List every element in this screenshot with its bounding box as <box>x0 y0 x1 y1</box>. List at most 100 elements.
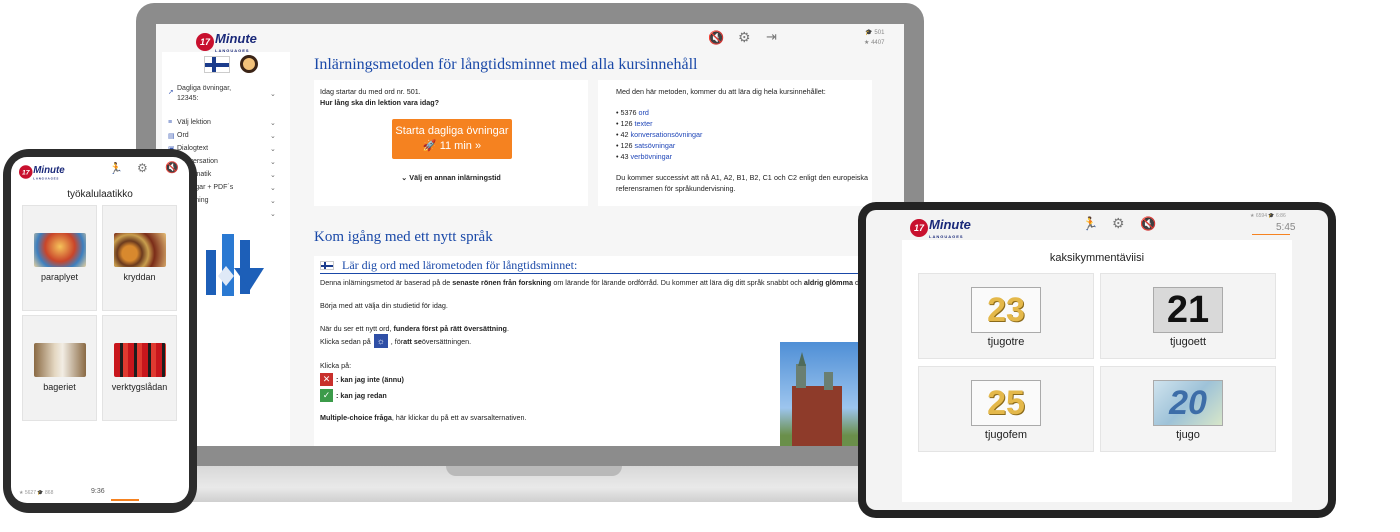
content-count: 5376 <box>620 108 637 117</box>
words-done: 501 <box>874 30 885 36</box>
finland-flag-icon[interactable] <box>204 56 230 73</box>
answer-tile-toolbox[interactable]: verktygslådan <box>102 315 177 421</box>
spice-photo <box>113 233 166 267</box>
content-item: • 42 konversationsövningar <box>616 130 703 139</box>
daily-label: Dagliga övningar, <box>177 85 232 92</box>
daily-count: 12345: <box>177 95 199 102</box>
rocket-icon: 🚀 <box>422 140 437 152</box>
toolbox-photo <box>113 343 166 377</box>
exit-icon[interactable]: 🏃 <box>1082 216 1098 232</box>
logo-word: Minute <box>929 217 971 232</box>
method-card: Med den här metoden, kommer du att lära … <box>598 80 872 206</box>
text-run: , för <box>390 336 404 346</box>
section-title: Kom igång med ett nytt språk <box>314 229 493 245</box>
tile-label: tjugo <box>1176 429 1200 441</box>
stats-box: 🎓 501 ★ 4407 <box>864 28 884 48</box>
start-arrow: » <box>474 140 482 152</box>
content-item: • 5376 ord <box>616 108 649 117</box>
text-run: , här klickar du på ett av svarsalternat… <box>391 413 527 422</box>
logo-mark: 17 <box>196 32 214 51</box>
no-sound-icon[interactable]: 🔇 <box>1140 216 1156 232</box>
logo-mark: 17 <box>910 218 928 237</box>
stars-count: 6594 <box>1255 213 1267 219</box>
content-link-words[interactable]: ord <box>639 108 649 117</box>
start-minutes: 11 min <box>439 140 472 152</box>
star-icon: ★ <box>19 490 24 496</box>
content-link-verbs[interactable]: verbövningar <box>631 152 673 161</box>
avatar[interactable] <box>240 55 258 73</box>
app-header: 17 Minute LANGUAGES 🔇 ⚙ ⇥ 🎓 501 ★ 4407 <box>156 24 904 53</box>
number-image: 20 <box>1153 380 1223 426</box>
content-count: 126 <box>620 119 633 128</box>
tile-label: paraplyet <box>40 272 79 282</box>
chevron-down-icon: ⌄ <box>270 132 276 140</box>
text-run: om lärande för lärande ordförråd. Du kom… <box>551 278 804 287</box>
text-run-bold: senaste rönen från forskning <box>452 278 552 287</box>
exit-icon[interactable]: 🏃 <box>109 162 123 175</box>
chevron-down-icon: ⌄ <box>270 91 276 98</box>
sidebar-item-label: Dialogtext <box>177 145 209 152</box>
content-link-sentences[interactable]: satsövningar <box>635 141 676 150</box>
gear-icon[interactable]: ⚙ <box>1112 215 1125 232</box>
app-logo[interactable]: 17 Minute LANGUAGES <box>196 30 257 53</box>
start-daily-button[interactable]: Starta dagliga övningar 🚀 11 min » <box>392 119 512 159</box>
app-logo[interactable]: 17 Minute LANGUAGES <box>19 163 65 180</box>
text-run-bold: Multiple-choice fråga <box>320 413 392 422</box>
tablet-screen: 17 Minute LANGUAGES 🏃 ⚙ 🔇 ★ 6594 🎓 6:86 5… <box>866 210 1328 510</box>
tablet-stats: ★ 6594 🎓 6:86 <box>1250 213 1286 219</box>
text-run: översättningen. <box>421 336 472 346</box>
logout-icon[interactable]: ⇥ <box>766 29 777 45</box>
gear-icon[interactable]: ⚙ <box>137 161 148 175</box>
chevron-down-icon: ⌄ <box>270 184 276 192</box>
timer: 5:45 <box>1276 222 1296 233</box>
no-sound-icon[interactable]: 🔇 <box>708 30 724 46</box>
text-run: När du ser ett nytt ord, <box>320 324 394 333</box>
sidebar-daily[interactable]: ➚ Dagliga övningar, 12345: ⌄ <box>162 84 282 106</box>
answer-tile-25[interactable]: 25 tjugofem <box>918 366 1094 452</box>
phone-title: työkalulaatikko <box>67 189 133 200</box>
choose-time-text: Börja med att välja din studietid för id… <box>320 301 448 310</box>
chevron-down-icon: ⌄ <box>270 145 276 153</box>
chevron-down-icon: ⌄ <box>270 171 276 179</box>
text-run-bold: glömma <box>825 278 853 287</box>
chevron-down-icon: ⌄ <box>270 158 276 166</box>
answer-tile-umbrella[interactable]: paraplyet <box>22 205 97 311</box>
stars-count: 5627 <box>24 490 36 496</box>
start-text: Idag startar du med ord nr. 501. <box>320 87 421 96</box>
finland-flag-icon <box>320 261 334 270</box>
logo-mark: 17 <box>19 164 33 179</box>
answer-tile-spice[interactable]: kryddan <box>102 205 177 311</box>
sidebar-item-select-lesson[interactable]: ≡ Välj lektion ⌄ <box>162 116 282 129</box>
gear-icon[interactable]: ⚙ <box>738 29 751 46</box>
cross-icon: ✕ <box>320 373 333 386</box>
text-run: Klicka sedan på <box>320 336 371 346</box>
content-link-texts[interactable]: texter <box>635 119 653 128</box>
bakery-photo <box>33 343 86 377</box>
other-time-link[interactable]: ⌄ Välj en annan inlärningstid <box>314 172 588 183</box>
tile-label: verktygslådan <box>111 382 168 392</box>
chevron-down-icon: ⌄ <box>270 119 276 127</box>
chevron-down-icon: ⌄ <box>270 197 276 205</box>
sidebar-item-words[interactable]: ▤ Ord ⌄ <box>162 129 282 142</box>
book-icon: ▤ <box>168 132 175 140</box>
text-run: Denna inlärningsmetod är baserad på de <box>320 278 453 287</box>
star-icon: ★ <box>864 40 870 46</box>
answer-tile-bakery[interactable]: bageriet <box>22 315 97 421</box>
content-link-conversations[interactable]: konversationsövningar <box>631 130 703 139</box>
answer-tile-20[interactable]: 20 tjugo <box>1100 366 1276 452</box>
subsection-title: Lär dig ord med lärometoden för långtids… <box>342 258 578 272</box>
logo-subtitle: LANGUAGES <box>929 234 964 239</box>
chevron-down-icon: ⌄ <box>401 173 408 182</box>
content-count: 43 <box>620 152 629 161</box>
laptop-notch <box>446 466 622 476</box>
answer-tile-21[interactable]: 21 tjugoett <box>1100 273 1276 359</box>
new-word-text: När du ser ett nytt ord, fundera först p… <box>320 323 898 334</box>
umbrella-photo <box>33 233 86 267</box>
phone-screen: 17 Minute LANGUAGES 🏃 ⚙ 🔇 työkalulaatikko… <box>11 157 189 503</box>
yes-label: : kan jag redan <box>336 391 387 400</box>
no-sound-icon[interactable]: 🔇 <box>165 161 179 174</box>
sidebar-item-label: Välj lektion <box>177 119 211 126</box>
page-title: Inlärningsmetoden för långtidsminnet med… <box>314 56 698 73</box>
answer-tile-23[interactable]: 23 tjugotre <box>918 273 1094 359</box>
app-logo[interactable]: 17 Minute LANGUAGES <box>910 216 971 239</box>
